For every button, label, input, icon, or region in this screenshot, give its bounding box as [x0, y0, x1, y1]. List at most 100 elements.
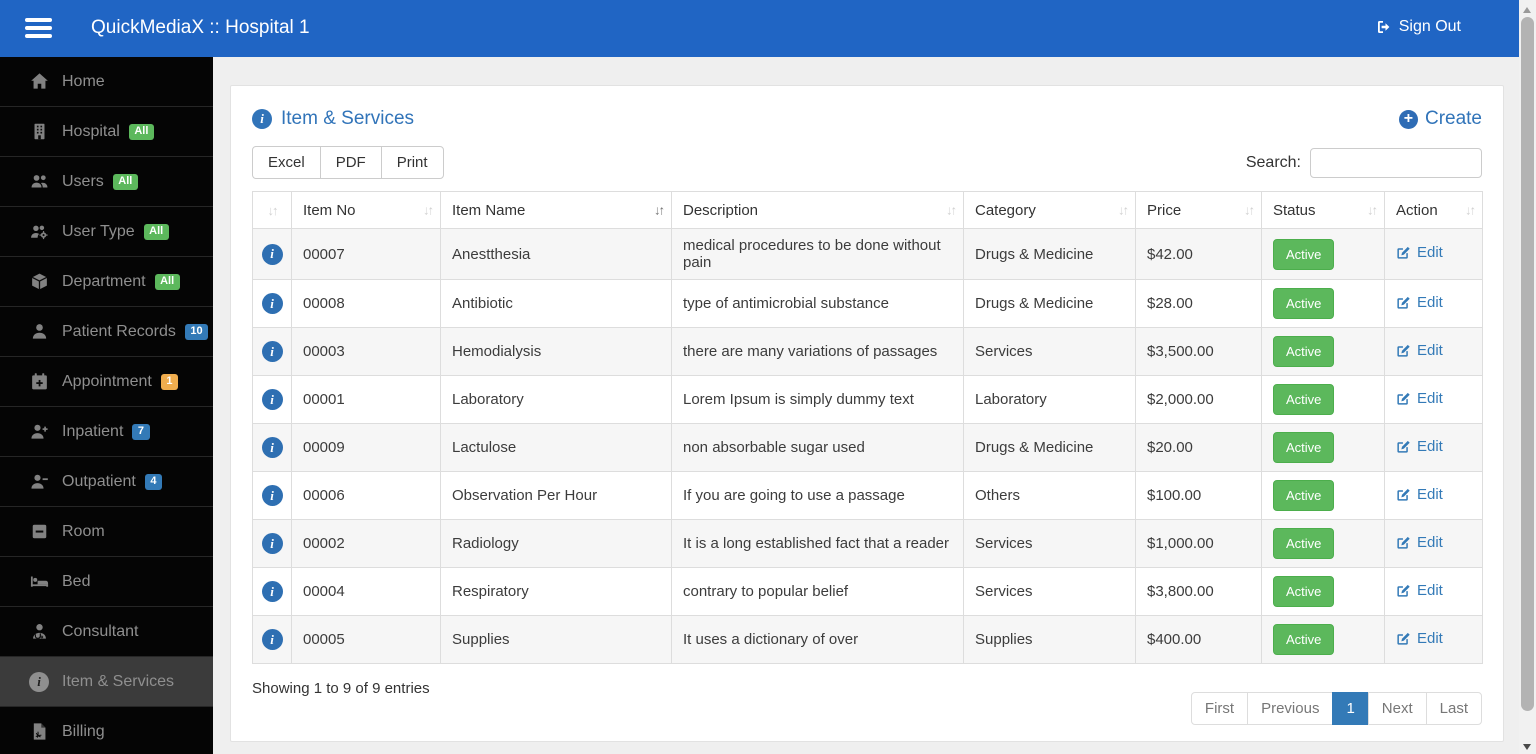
- search-input[interactable]: [1310, 147, 1482, 178]
- cell-price: $28.00: [1135, 279, 1262, 328]
- outpatient-icon: [29, 472, 49, 492]
- sidebar-item-home[interactable]: Home: [0, 57, 213, 107]
- column-header-action[interactable]: Action ↓↑: [1384, 191, 1483, 229]
- status-button[interactable]: Active: [1273, 238, 1335, 270]
- cell-item-name: Radiology: [440, 519, 672, 568]
- edit-button[interactable]: Edit: [1396, 630, 1443, 647]
- edit-button[interactable]: Edit: [1396, 294, 1443, 311]
- edit-button[interactable]: Edit: [1396, 342, 1443, 359]
- sidebar-item-outpatient[interactable]: Outpatient 4: [0, 457, 213, 507]
- pagination-next[interactable]: Next: [1367, 692, 1427, 725]
- column-header-status[interactable]: Status ↓↑: [1261, 191, 1385, 229]
- user-type-icon: [29, 222, 49, 242]
- pagination-first[interactable]: First: [1190, 692, 1249, 725]
- column-header-label: Action: [1396, 201, 1438, 219]
- column-header-category[interactable]: Category ↓↑: [963, 191, 1136, 229]
- sidebar-item-consultant[interactable]: Consultant: [0, 607, 213, 657]
- cell-details: i: [252, 519, 292, 568]
- sidebar-item-patient-records[interactable]: Patient Records 10: [0, 307, 213, 357]
- pdf-export-button[interactable]: PDF: [319, 146, 382, 179]
- status-button[interactable]: Active: [1273, 528, 1335, 559]
- entries-summary: Showing 1 to 9 of 9 entries: [252, 680, 430, 697]
- cell-description: there are many variations of passages: [671, 327, 964, 376]
- sidebar-item-users[interactable]: Users All: [0, 157, 213, 207]
- status-button[interactable]: Active: [1273, 576, 1335, 607]
- column-header-item-no[interactable]: Item No ↓↑: [291, 191, 441, 229]
- edit-icon: [1396, 583, 1411, 598]
- row-info-button[interactable]: i: [261, 437, 283, 458]
- print-export-button[interactable]: Print: [380, 146, 444, 179]
- edit-label: Edit: [1417, 629, 1443, 647]
- cell-price: $20.00: [1135, 423, 1262, 472]
- edit-button[interactable]: Edit: [1396, 534, 1443, 551]
- edit-icon: [1396, 391, 1411, 406]
- edit-label: Edit: [1417, 244, 1443, 261]
- status-button[interactable]: Active: [1273, 288, 1335, 319]
- sidebar-item-department[interactable]: Department All: [0, 257, 213, 307]
- row-info-button[interactable]: i: [261, 341, 283, 362]
- table-row: i 00007 Anestthesia medical procedures to b…: [252, 228, 1483, 280]
- row-info-button[interactable]: i: [261, 629, 283, 650]
- sidebar-item-bed[interactable]: Bed: [0, 557, 213, 607]
- column-header-item-name[interactable]: Item Name ↓↑: [440, 191, 672, 229]
- edit-button[interactable]: Edit: [1396, 244, 1443, 261]
- scroll-up-arrow-icon[interactable]: [1523, 7, 1531, 13]
- row-info-button[interactable]: i: [261, 581, 283, 602]
- app-title: QuickMediaX :: Hospital 1: [91, 17, 310, 38]
- row-info-button[interactable]: i: [261, 533, 283, 554]
- status-button[interactable]: Active: [1273, 480, 1335, 511]
- cell-description: contrary to popular belief: [671, 567, 964, 616]
- row-info-button[interactable]: i: [261, 485, 283, 506]
- edit-button[interactable]: Edit: [1396, 438, 1443, 455]
- sidebar-item-user-type[interactable]: User Type All: [0, 207, 213, 257]
- sidebar-item-item-services[interactable]: i Item & Services: [0, 657, 213, 707]
- row-info-button[interactable]: i: [261, 243, 283, 265]
- cell-details: i: [252, 327, 292, 376]
- cell-item-no: 00009: [291, 423, 441, 472]
- sign-out-button[interactable]: Sign Out: [1376, 18, 1461, 36]
- vertical-scrollbar[interactable]: [1519, 0, 1536, 754]
- column-header-price[interactable]: Price ↓↑: [1135, 191, 1262, 229]
- sidebar-item-billing[interactable]: Billing: [0, 707, 213, 754]
- column-header-description[interactable]: Description ↓↑: [671, 191, 964, 229]
- sidebar: Home Hospital All Users All User Type All Depar…: [0, 57, 213, 754]
- status-button[interactable]: Active: [1273, 384, 1335, 415]
- cell-action: Edit: [1384, 471, 1483, 520]
- table-row: i 00003 Hemodialysis there are many variati…: [252, 327, 1483, 376]
- sidebar-item-label: Department: [62, 272, 146, 290]
- create-button[interactable]: + Create: [1398, 108, 1482, 130]
- sidebar-item-hospital[interactable]: Hospital All: [0, 107, 213, 157]
- sidebar-item-label: Users: [62, 172, 104, 190]
- sidebar-item-appointment[interactable]: Appointment 1: [0, 357, 213, 407]
- sidebar-item-inpatient[interactable]: Inpatient 7: [0, 407, 213, 457]
- cell-details: i: [252, 471, 292, 520]
- sidebar-item-room[interactable]: Room: [0, 507, 213, 557]
- row-info-button[interactable]: i: [261, 389, 283, 410]
- edit-button[interactable]: Edit: [1396, 582, 1443, 599]
- edit-button[interactable]: Edit: [1396, 486, 1443, 503]
- status-button[interactable]: Active: [1273, 624, 1335, 655]
- row-info-button[interactable]: i: [261, 293, 283, 314]
- sort-icon: ↓↑: [946, 202, 957, 218]
- edit-label: Edit: [1417, 293, 1443, 311]
- cell-action: Edit: [1384, 228, 1483, 280]
- scrollbar-thumb[interactable]: [1521, 17, 1534, 711]
- status-button[interactable]: Active: [1273, 336, 1335, 367]
- menu-toggle-icon[interactable]: [25, 18, 52, 42]
- pagination-previous[interactable]: Previous: [1247, 692, 1334, 725]
- edit-button[interactable]: Edit: [1396, 390, 1443, 407]
- status-button[interactable]: Active: [1273, 432, 1335, 463]
- scroll-down-arrow-icon[interactable]: [1523, 744, 1531, 750]
- sort-icon: ↓↑: [654, 202, 665, 218]
- pagination-1[interactable]: 1: [1332, 692, 1369, 725]
- cell-status: Active: [1261, 567, 1385, 616]
- excel-export-button[interactable]: Excel: [252, 146, 321, 179]
- cell-details: i: [252, 615, 292, 664]
- cell-item-name: Hemodialysis: [440, 327, 672, 376]
- cell-category: Drugs & Medicine: [963, 228, 1136, 280]
- cell-description: Lorem Ipsum is simply dummy text: [671, 375, 964, 424]
- cell-description: medical procedures to be done without pa…: [671, 228, 964, 280]
- cell-item-name: Antibiotic: [440, 279, 672, 328]
- pagination-last[interactable]: Last: [1425, 692, 1482, 725]
- column-header-details[interactable]: ↓↑: [252, 191, 292, 229]
